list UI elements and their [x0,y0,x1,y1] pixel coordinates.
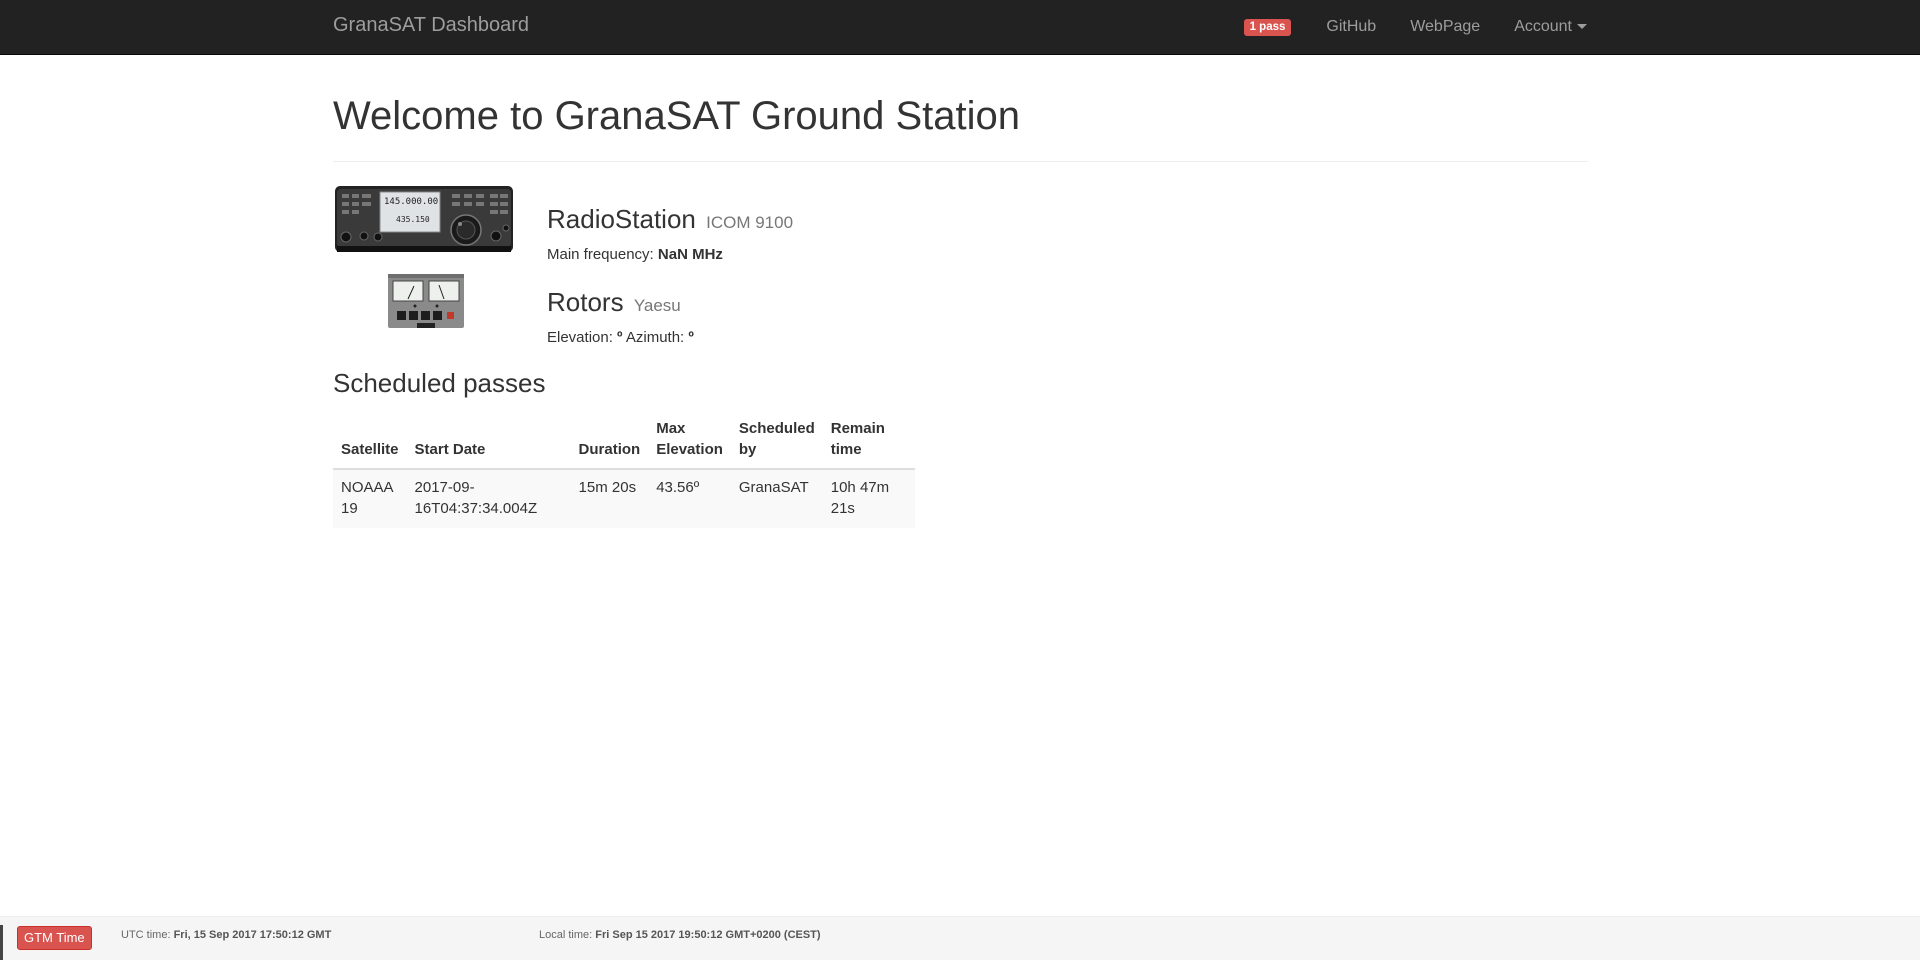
cell-max-elevation: 43.56º [648,468,731,528]
elevation-label: Elevation: [547,329,613,346]
azimuth-label: Azimuth: [625,329,685,346]
table-row[interactable]: NOAAA 19 2017-09- 16T04:37:34.004Z 15m 20s… [333,468,915,528]
page-title: Welcome to GranaSAT Ground Station [333,94,1021,138]
utc-label: UTC time: [121,929,171,941]
cell-text: 15m 20s [578,479,637,496]
utc-value: Fri, 15 Sep 2017 17:50:12 GMT [173,929,332,941]
radio-display-sub: 435.150 [396,215,430,224]
navbar-brand[interactable]: GranaSAT Dashboard [333,14,529,36]
pass-count-badge[interactable]: 1 pass [1243,18,1292,36]
col-satellite: Satellite [333,411,407,470]
radio-display-main: 145.000.00 [384,197,438,207]
header-divider [333,161,1588,162]
cell-text: NOAAA [341,479,394,496]
cell-text: 43.56º [656,479,700,496]
local-label: Local time: [539,929,593,941]
elevation-value: º [617,329,623,346]
col-remain-time: Remain time [822,411,915,470]
cell-text: 21s [830,500,855,517]
col-scheduled-by: Scheduled by [730,411,823,470]
rotor-position-line: Elevation: º Azimuth: º [547,328,694,348]
col-start-date: Start Date [406,411,571,470]
account-dropdown[interactable]: Account [1497,0,1587,54]
utc-time: UTC time: Fri, 15 Sep 2017 17:50:12 GMT [121,928,331,942]
azimuth-value: º [688,329,694,346]
passes-table: Satellite Start Date Duration Max Elevati… [333,411,915,528]
cell-satellite: NOAAA 19 [333,468,407,528]
frequency-value: NaN MHz [657,246,723,263]
frequency-label: Main frequency: [547,246,654,263]
cell-text: 19 [341,500,358,517]
rotor-model: Yaesu [633,296,681,315]
header-text: by [738,441,757,458]
footer-edge-bar [0,925,3,960]
radio-model: ICOM 9100 [706,213,794,232]
col-duration: Duration [570,411,649,470]
cell-duration: 15m 20s [570,468,649,528]
header-text: Duration [578,441,641,458]
header-text: time [830,441,862,458]
navbar: GranaSAT Dashboard 1 pass GitHub WebPage… [0,0,1920,55]
nav-link-webpage[interactable]: WebPage [1393,0,1497,54]
navbar-right: 1 pass GitHub WebPage Account [1243,0,1587,54]
radio-transceiver-image: 145.000.00 435.150 [335,186,513,252]
table-header-row: Satellite Start Date Duration Max Elevati… [333,411,915,470]
header-text: Satellite [341,441,399,458]
col-max-elevation: Max Elevation [648,411,731,470]
account-label: Account [1514,18,1572,35]
nav-link-github[interactable]: GitHub [1309,0,1393,54]
rotors-title: Rotors [547,287,624,317]
gtm-time-button[interactable]: GTM Time [17,926,92,950]
header-text: Max [656,420,686,437]
main-frequency-line: Main frequency: NaN MHz [547,245,723,265]
header-text: Scheduled [738,420,815,437]
rotor-controller-image [388,274,464,328]
cell-start-date: 2017-09- 16T04:37:34.004Z [406,468,571,528]
scheduled-passes-heading: Scheduled passes [333,368,546,398]
cell-text: GranaSAT [738,479,809,496]
cell-text: 10h 47m [830,479,890,496]
cell-remain-time: 10h 47m 21s [822,468,915,528]
radio-station-title: RadioStation [547,204,696,234]
cell-scheduled-by: GranaSAT [730,468,823,528]
caret-down-icon [1577,24,1587,30]
header-text: Remain [830,420,885,437]
header-text: Start Date [414,441,486,458]
local-value: Fri Sep 15 2017 19:50:12 GMT+0200 (CEST) [595,929,821,941]
cell-text: 2017-09- [414,479,475,496]
local-time: Local time: Fri Sep 15 2017 19:50:12 GMT… [539,928,821,942]
rotors-heading: Rotors Yaesu [547,286,681,322]
cell-text: 16T04:37:34.004Z [414,500,538,517]
header-text: Elevation [656,441,723,458]
radio-station-heading: RadioStation ICOM 9100 [547,203,793,239]
